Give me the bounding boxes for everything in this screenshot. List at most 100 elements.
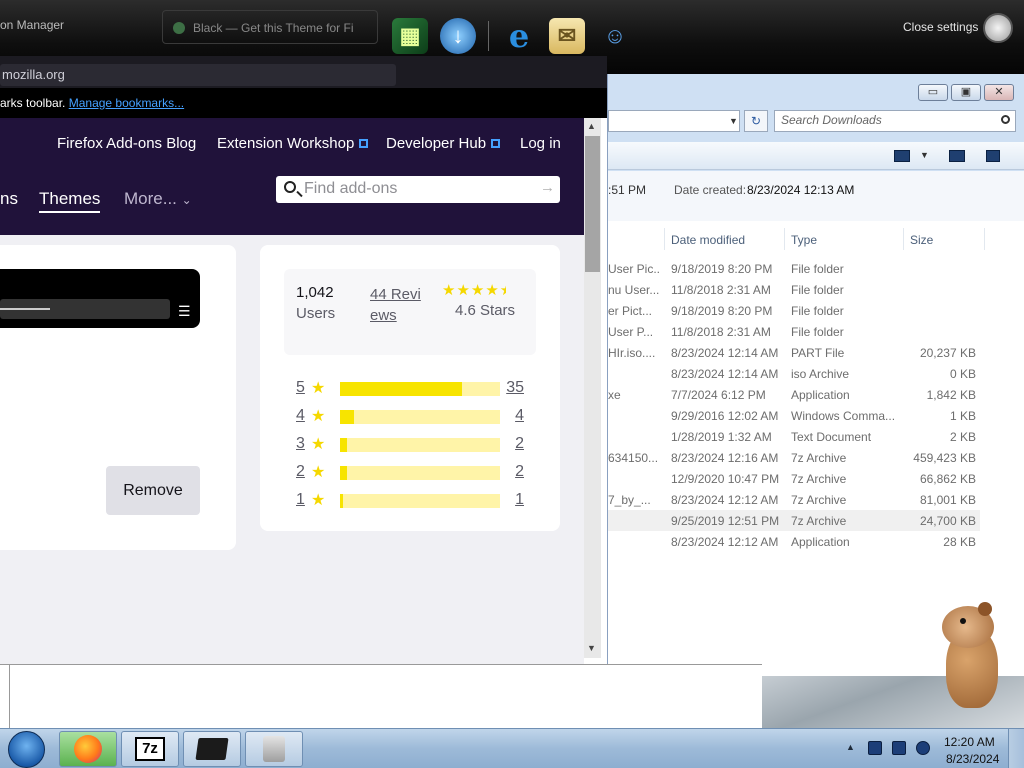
- start-button[interactable]: [8, 731, 45, 768]
- nav-themes[interactable]: Themes: [39, 189, 101, 213]
- file-date: 8/23/2024 12:14 AM: [671, 346, 779, 360]
- rating-count-link[interactable]: 1: [504, 491, 524, 509]
- column-divider[interactable]: [784, 228, 785, 250]
- file-row[interactable]: 9/25/2019 12:51 PM 7z Archive 24,700 KB: [608, 510, 980, 531]
- column-divider[interactable]: [984, 228, 985, 250]
- bookmarks-toolbar-text: arks toolbar.: [0, 96, 66, 110]
- rating-row[interactable]: 1 ★ 1: [296, 491, 526, 511]
- tray-network-icon[interactable]: [892, 741, 906, 755]
- nav-more[interactable]: More... ⌄: [124, 189, 192, 209]
- addon-detail-body: ☰ Remove 1,042 Users 44 Reviews ★★★★★ 4.…: [0, 235, 584, 664]
- rating-count-link[interactable]: 2: [504, 435, 524, 453]
- hamster-mascot-icon[interactable]: [938, 602, 1004, 710]
- address-bar[interactable]: ▼: [608, 110, 740, 132]
- rating-row[interactable]: 3 ★ 2: [296, 435, 526, 455]
- file-name: 7_by_...: [608, 493, 651, 507]
- taskbar-tool-button[interactable]: [245, 731, 303, 767]
- file-row[interactable]: xe 7/7/2024 6:12 PM Application 1,842 KB: [608, 384, 980, 405]
- minimize-button[interactable]: ▭: [918, 84, 948, 101]
- tray-device-icon[interactable]: [868, 741, 882, 755]
- theme-card: ☰ Remove: [0, 245, 236, 550]
- file-row[interactable]: 8/23/2024 12:12 AM Application 28 KB: [608, 531, 980, 552]
- nav-more-label: More...: [124, 189, 177, 208]
- hamster-head: [942, 602, 994, 648]
- rating-row[interactable]: 4 ★ 4: [296, 407, 526, 427]
- tray-volume-icon[interactable]: [916, 741, 930, 755]
- file-size: 24,700 KB: [919, 514, 976, 528]
- developer-hub-link[interactable]: Developer Hub: [386, 135, 501, 152]
- rating-stars-link[interactable]: 2: [296, 463, 305, 481]
- file-row[interactable]: nu User... 11/8/2018 2:31 AM File folder: [608, 279, 980, 300]
- reviews-link[interactable]: 44 Reviews: [370, 284, 426, 326]
- file-row[interactable]: 634150... 8/23/2024 12:16 AM 7z Archive 459…: [608, 447, 980, 468]
- preview-pane-icon[interactable]: [949, 150, 965, 162]
- file-type: 7z Archive: [791, 514, 847, 528]
- log-in-link[interactable]: Log in: [520, 135, 561, 152]
- file-type: Application: [791, 535, 850, 549]
- rating-bar-fill: [340, 382, 462, 396]
- rating-count-link[interactable]: 4: [504, 407, 524, 425]
- file-row[interactable]: 7_by_... 8/23/2024 12:12 AM 7z Archive 81,0…: [608, 489, 980, 510]
- taskbar: 7z ▲ 12:20 AM 8/23/2024: [0, 728, 1024, 768]
- search-submit-icon[interactable]: →: [540, 179, 555, 196]
- file-row[interactable]: er Pict... 9/18/2019 8:20 PM File folder: [608, 300, 980, 321]
- file-list-area: :51 PM Date created: 8/23/2024 12:13 AM …: [608, 171, 1024, 676]
- file-row[interactable]: HIr.iso.... 8/23/2024 12:14 AM PART File 20…: [608, 342, 980, 363]
- rating-count-link[interactable]: 2: [504, 463, 524, 481]
- addons-blog-link[interactable]: Firefox Add-ons Blog: [57, 135, 196, 152]
- background-window[interactable]: [0, 664, 762, 729]
- rating-row[interactable]: 5 ★ 35: [296, 379, 526, 399]
- file-date: 8/23/2024 12:12 AM: [671, 493, 779, 507]
- views-icon[interactable]: [894, 150, 910, 162]
- file-row[interactable]: 12/9/2020 10:47 PM 7z Archive 66,862 KB: [608, 468, 980, 489]
- search-input[interactable]: [304, 178, 534, 200]
- rating-stars-link[interactable]: 1: [296, 491, 305, 509]
- file-name: HIr.iso....: [608, 346, 656, 360]
- scroll-up-icon[interactable]: ▲: [587, 121, 596, 131]
- rating-stars-link[interactable]: 4: [296, 407, 305, 425]
- show-desktop-button[interactable]: [1008, 729, 1024, 768]
- file-row[interactable]: 1/28/2019 1:32 AM Text Document 2 KB: [608, 426, 980, 447]
- chevron-down-icon[interactable]: ▼: [729, 116, 738, 126]
- file-name: nu User...: [608, 283, 660, 297]
- help-icon[interactable]: [986, 150, 1000, 162]
- close-button[interactable]: ✕: [984, 84, 1014, 101]
- chevron-down-icon[interactable]: ▼: [920, 150, 929, 160]
- scrollbar[interactable]: ▲ ▼: [584, 118, 601, 658]
- rating-stars-link[interactable]: 3: [296, 435, 305, 453]
- search-icon: [284, 181, 296, 193]
- clock-date[interactable]: 8/23/2024: [946, 752, 999, 766]
- column-type[interactable]: Type: [791, 233, 817, 247]
- close-settings-link[interactable]: Close settings: [903, 20, 978, 34]
- nav-extensions[interactable]: ns: [0, 189, 18, 209]
- file-row[interactable]: 8/23/2024 12:14 AM iso Archive 0 KB: [608, 363, 980, 384]
- taskbar-box-button[interactable]: [183, 731, 241, 767]
- column-size[interactable]: Size: [910, 233, 933, 247]
- search-icon[interactable]: [1001, 115, 1010, 124]
- details-created-label: Date created:: [674, 183, 747, 197]
- remove-button[interactable]: Remove: [106, 466, 200, 515]
- taskbar-7zip-button[interactable]: 7z: [121, 731, 179, 767]
- rating-stars-link[interactable]: 5: [296, 379, 305, 397]
- column-divider[interactable]: [903, 228, 904, 250]
- rating-count-link[interactable]: 35: [504, 379, 524, 397]
- extension-workshop-link[interactable]: Extension Workshop: [217, 135, 369, 152]
- show-hidden-icons-icon[interactable]: ▲: [846, 742, 855, 752]
- scroll-down-icon[interactable]: ▼: [587, 643, 596, 653]
- rating-row[interactable]: 2 ★ 2: [296, 463, 526, 483]
- scrollbar-thumb[interactable]: [585, 136, 600, 272]
- column-divider[interactable]: [664, 228, 665, 250]
- refresh-icon[interactable]: ↻: [744, 110, 768, 132]
- clock-time[interactable]: 12:20 AM: [944, 735, 995, 749]
- file-row[interactable]: User Pic... 9/18/2019 8:20 PM File folder: [608, 258, 980, 279]
- taskbar-firefox-button[interactable]: [59, 731, 117, 767]
- file-row[interactable]: 9/29/2016 12:02 AM Windows Comma... 1 KB: [608, 405, 980, 426]
- url-bar[interactable]: mozilla.org: [0, 64, 396, 86]
- file-type: PART File: [791, 346, 845, 360]
- explorer-search-input[interactable]: [775, 111, 990, 129]
- maximize-button[interactable]: ▣: [951, 84, 981, 101]
- settings-lens-icon[interactable]: [983, 13, 1013, 43]
- file-row[interactable]: User P... 11/8/2018 2:31 AM File folder: [608, 321, 980, 342]
- column-date-modified[interactable]: Date modified: [671, 233, 745, 247]
- manage-bookmarks-link[interactable]: Manage bookmarks...: [69, 96, 184, 110]
